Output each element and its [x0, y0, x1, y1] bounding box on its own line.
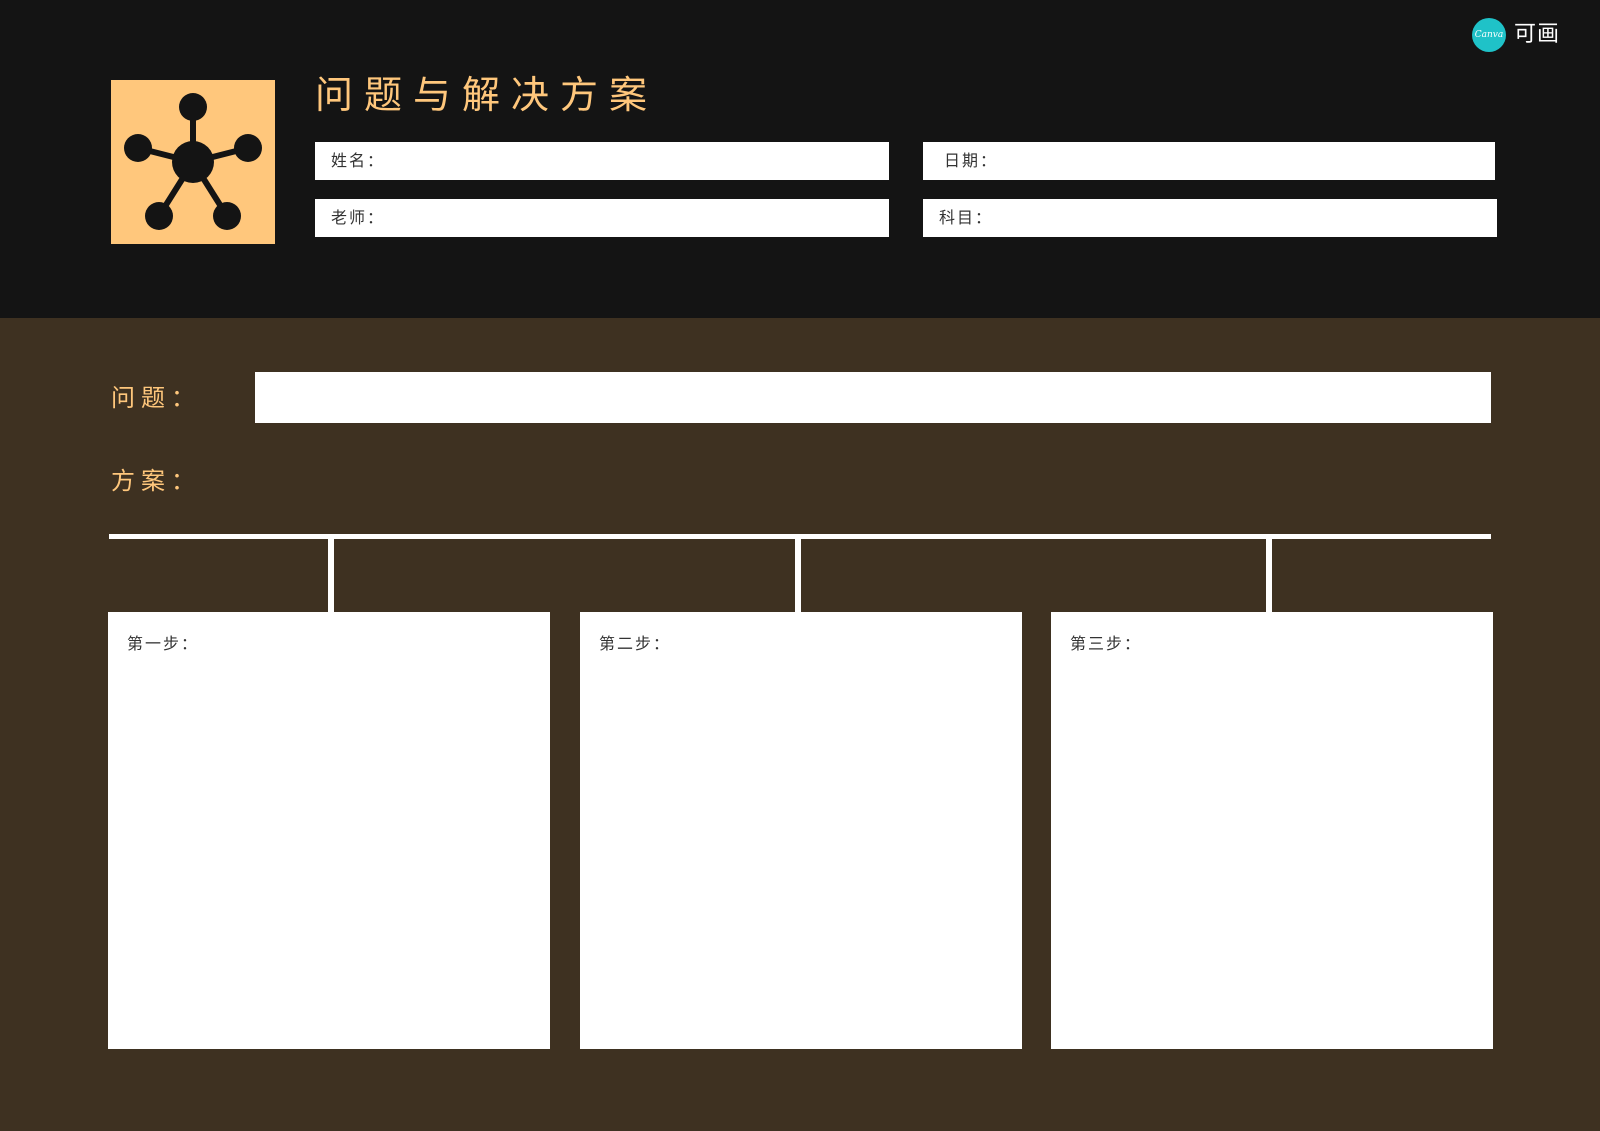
page-title: 问题与解决方案	[315, 73, 659, 117]
canva-logo-icon: Canva	[1472, 18, 1506, 52]
step-one-label: 第一步：	[127, 634, 200, 653]
connector-drop	[1266, 539, 1272, 613]
name-field[interactable]: 姓名：	[315, 142, 889, 180]
connector-drop	[795, 539, 801, 613]
problem-label: 问题：	[111, 384, 201, 412]
problem-input[interactable]	[255, 372, 1491, 423]
subject-field[interactable]: 科目：	[923, 199, 1497, 237]
network-hub-icon	[111, 80, 275, 244]
header-band: Canva 可画 问题与解决方案 姓名： 日期： 老师： 科目：	[0, 0, 1600, 318]
step-two-label: 第二步：	[599, 634, 672, 653]
worksheet-page: Canva 可画 问题与解决方案 姓名： 日期： 老师： 科目： 问题： 方案：…	[0, 0, 1600, 1131]
step-one-box[interactable]: 第一步：	[108, 612, 550, 1049]
brand-name: 可画	[1514, 22, 1561, 47]
teacher-field[interactable]: 老师：	[315, 199, 889, 237]
date-field[interactable]: 日期：	[923, 142, 1495, 180]
solution-label: 方案：	[111, 467, 201, 495]
step-three-label: 第三步：	[1070, 634, 1143, 653]
step-three-box[interactable]: 第三步：	[1051, 612, 1493, 1049]
step-two-box[interactable]: 第二步：	[580, 612, 1022, 1049]
connector-drop	[328, 539, 334, 613]
